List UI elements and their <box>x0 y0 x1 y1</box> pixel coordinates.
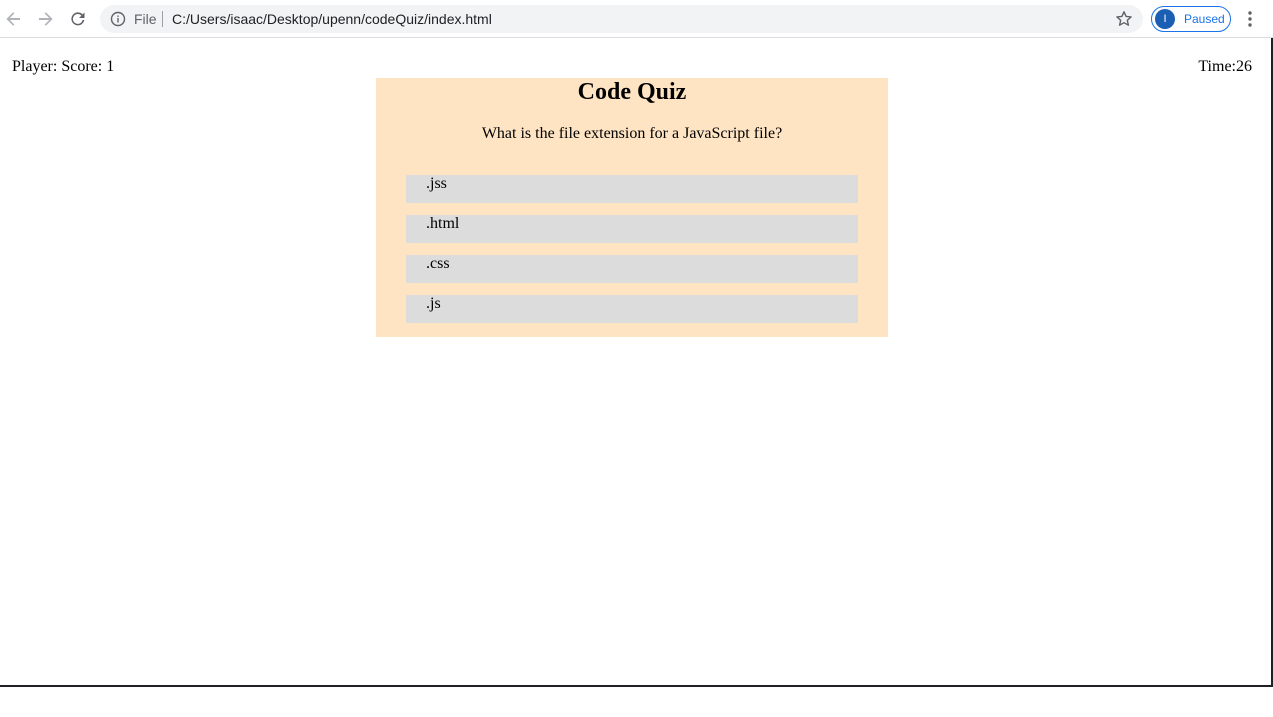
score-display: Player: Score: 1 <box>12 58 115 75</box>
avatar: I <box>1155 9 1175 29</box>
arrow-right-icon <box>39 12 53 26</box>
forward-button[interactable] <box>34 8 56 30</box>
arrow-left-icon <box>6 12 21 26</box>
reload-button[interactable] <box>67 8 89 30</box>
question-text: What is the file extension for a JavaScr… <box>481 125 783 142</box>
answer-option-4[interactable]: .js <box>406 295 858 323</box>
timer-display: Time:26 <box>1198 58 1252 75</box>
profile-status-label: Paused <box>1184 12 1225 26</box>
answer-option-2[interactable]: .html <box>406 215 858 243</box>
answer-option-3[interactable]: .css <box>406 255 858 283</box>
reload-icon <box>71 12 85 26</box>
quiz-title: Code Quiz <box>577 79 687 105</box>
star-icon[interactable] <box>1115 10 1133 28</box>
answer-option-1[interactable]: .jss <box>406 175 858 203</box>
info-icon[interactable] <box>110 11 126 27</box>
address-bar[interactable]: File C:/Users/isaac/Desktop/upenn/codeQu… <box>100 5 1143 33</box>
back-button[interactable] <box>3 8 25 30</box>
profile-button[interactable]: I Paused <box>1151 6 1231 32</box>
kebab-menu-icon[interactable] <box>1240 9 1260 29</box>
file-scheme-label: File <box>134 11 157 27</box>
url-text[interactable]: C:/Users/isaac/Desktop/upenn/codeQuiz/in… <box>172 11 492 27</box>
taskbar-edge <box>0 685 1273 717</box>
address-separator <box>162 11 163 27</box>
browser-toolbar: File C:/Users/isaac/Desktop/upenn/codeQu… <box>0 0 1273 38</box>
quiz-container: Code Quiz What is the file extension for… <box>376 78 888 337</box>
